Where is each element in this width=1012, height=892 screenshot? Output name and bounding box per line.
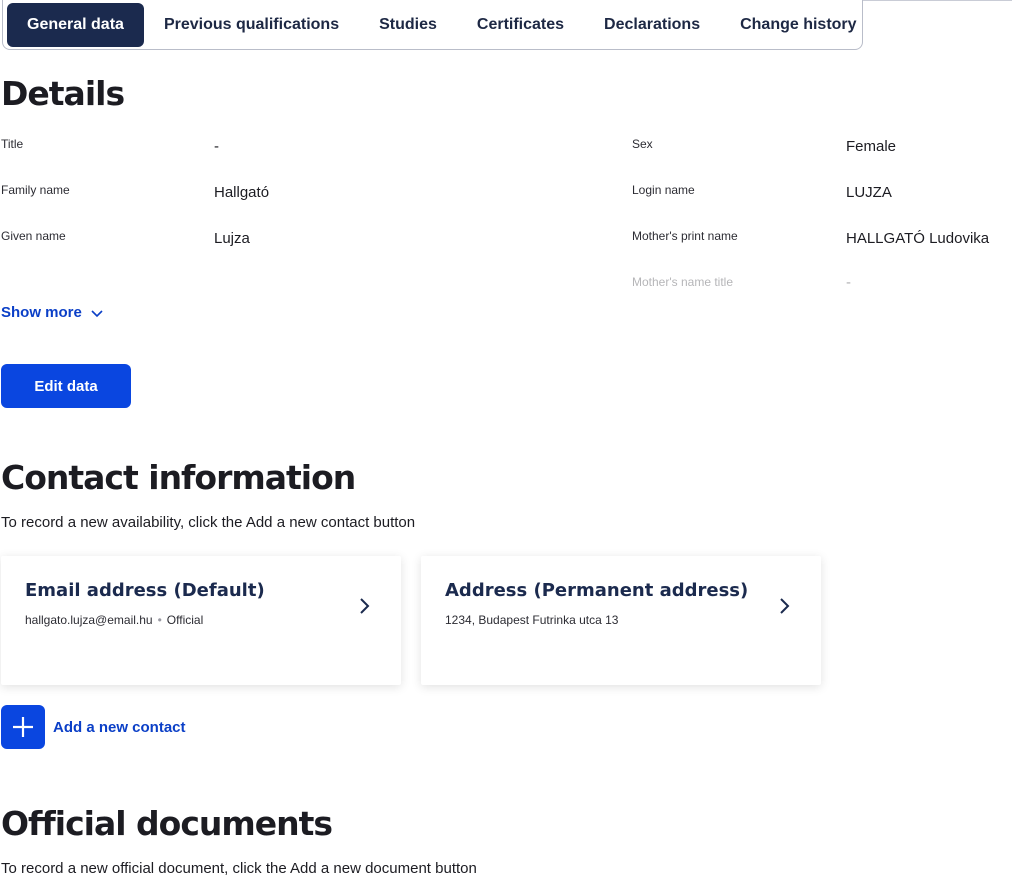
chevron-right-icon bbox=[780, 598, 790, 614]
official-documents-heading: Official documents bbox=[1, 804, 333, 843]
show-more-label: Show more bbox=[1, 304, 82, 321]
chevron-down-icon bbox=[91, 309, 103, 317]
add-new-contact-button[interactable]: Add a new contact bbox=[1, 705, 186, 749]
official-helper-text: To record a new official document, click… bbox=[1, 860, 477, 877]
chevron-right-icon bbox=[360, 598, 370, 614]
plus-icon bbox=[13, 717, 33, 737]
field-label-given-name: Given name bbox=[1, 229, 66, 243]
field-value-family-name: Hallgató bbox=[214, 184, 270, 201]
field-label-mothers-name-title: Mother's name title bbox=[632, 275, 733, 289]
address-value: 1234, Budapest Futrinka utca 13 bbox=[445, 613, 619, 627]
add-new-contact-label: Add a new contact bbox=[53, 718, 186, 736]
contact-card-subtitle: hallgato.lujza@email.hu • Official bbox=[25, 613, 203, 627]
top-divider bbox=[863, 0, 1012, 1]
show-more-toggle[interactable]: Show more bbox=[1, 304, 104, 321]
separator-dot: • bbox=[157, 613, 162, 627]
tab-certificates[interactable]: Certificates bbox=[457, 3, 584, 47]
edit-data-button[interactable]: Edit data bbox=[1, 364, 131, 408]
field-label-family-name: Family name bbox=[1, 183, 70, 197]
field-value-sex: Female bbox=[846, 138, 897, 155]
email-tag: Official bbox=[166, 613, 204, 627]
contact-heading: Contact information bbox=[1, 458, 356, 497]
tab-previous-qualifications[interactable]: Previous qualifications bbox=[144, 3, 359, 47]
plus-button[interactable] bbox=[1, 705, 45, 749]
tab-declarations[interactable]: Declarations bbox=[584, 3, 720, 47]
field-value-login-name: LUJZA bbox=[846, 184, 892, 201]
contact-card-address[interactable]: Address (Permanent address) 1234, Budape… bbox=[421, 556, 821, 685]
contact-helper-text: To record a new availability, click the … bbox=[1, 514, 416, 531]
contact-card-title: Address (Permanent address) bbox=[445, 580, 749, 601]
field-label-login-name: Login name bbox=[632, 183, 695, 197]
tab-general-data[interactable]: General data bbox=[7, 3, 144, 47]
contact-card-email[interactable]: Email address (Default) hallgato.lujza@e… bbox=[1, 556, 401, 685]
tab-studies[interactable]: Studies bbox=[359, 3, 457, 47]
details-heading: Details bbox=[1, 74, 125, 113]
field-label-title: Title bbox=[1, 137, 24, 151]
contact-card-title: Email address (Default) bbox=[25, 580, 265, 601]
field-value-title: - bbox=[214, 138, 219, 155]
contact-card-subtitle: 1234, Budapest Futrinka utca 13 bbox=[445, 613, 618, 627]
field-value-given-name: Lujza bbox=[214, 230, 250, 247]
field-label-mothers-print-name: Mother's print name bbox=[632, 229, 738, 243]
tab-bar: General data Previous qualifications Stu… bbox=[2, 0, 863, 50]
field-label-sex: Sex bbox=[632, 137, 653, 151]
email-value: hallgato.lujza@email.hu bbox=[25, 613, 153, 627]
tab-change-history[interactable]: Change history bbox=[720, 3, 876, 47]
field-value-mothers-print-name: HALLGATÓ Ludovika bbox=[846, 230, 990, 247]
field-value-mothers-name-title: - bbox=[846, 274, 851, 291]
